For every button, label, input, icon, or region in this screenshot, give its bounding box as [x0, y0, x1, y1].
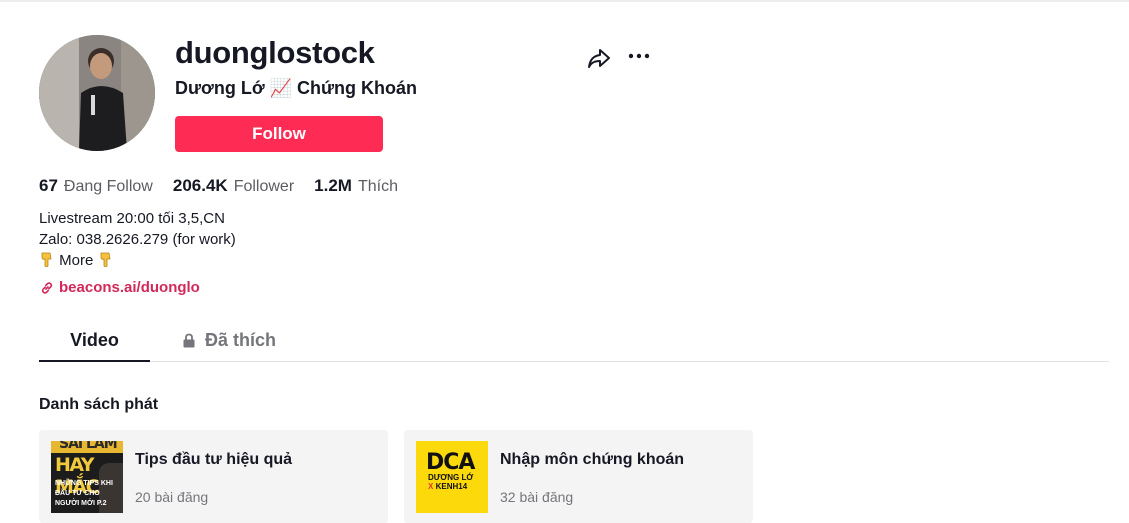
following-stat[interactable]: 67 Đang Follow [39, 176, 153, 197]
username: duonglostock [175, 35, 375, 70]
profile-link[interactable]: beacons.ai/duonglo [40, 278, 200, 298]
nickname: Dương Lớ 📈 Chứng Khoán [175, 78, 418, 98]
avatar[interactable] [39, 35, 155, 151]
followers-label: Follower [233, 178, 295, 195]
profile-link-text: beacons.ai/duonglo [59, 279, 200, 296]
likes-stat: 1.2M Thích [314, 176, 398, 197]
thumbnail-line: ĐẦU TƯ CHO [55, 490, 100, 497]
playlist-title: Nhập môn chứng khoán [500, 451, 685, 468]
link-icon [41, 282, 53, 294]
playlist-title: Tips đầu tư hiệu quả [135, 451, 293, 468]
thumbnail-line: NHỮNG TIPS KHI [55, 480, 113, 487]
pointing-down-icon [41, 252, 52, 268]
more-options-icon[interactable] [626, 45, 652, 71]
thumbnail-line: DƯƠNG LỚ [428, 473, 474, 482]
thumbnail-x-mark: X [428, 482, 434, 491]
tab-liked[interactable]: Đã thích [182, 318, 276, 362]
following-count: 67 [39, 176, 58, 195]
playlist-post-count: 20 bài đăng [135, 489, 209, 505]
followers-count: 206.4K [172, 176, 228, 195]
playlist-post-count: 32 bài đăng [500, 489, 574, 505]
playlist-thumbnail: SAI LẦM HAY MẮC NHỮNG TIPS KHI ĐẦU TƯ CH… [51, 441, 123, 513]
thumbnail-line-text: KENH14 [435, 482, 468, 491]
lock-icon [183, 333, 195, 347]
playlists-section-title: Danh sách phát [39, 396, 159, 413]
playlist-card[interactable]: SAI LẦM HAY MẮC NHỮNG TIPS KHI ĐẦU TƯ CH… [39, 430, 388, 523]
active-tab-indicator [39, 360, 150, 362]
thumbnail-line: X KENH14 [428, 482, 467, 491]
likes-count: 1.2M [314, 176, 352, 195]
thumbnail-top-text: SAI LẦM [59, 441, 118, 452]
bio-line-3: More [39, 250, 236, 271]
tab-liked-label: Đã thích [205, 330, 277, 350]
tab-video[interactable]: Video [39, 318, 150, 362]
bio: Livestream 20:00 tối 3,5,CN Zalo: 038.26… [39, 208, 236, 271]
thumbnail-headline: DCA [426, 450, 475, 475]
top-divider [0, 0, 1129, 2]
likes-label: Thích [357, 178, 398, 195]
pointing-down-icon [100, 252, 111, 268]
bio-line-1: Livestream 20:00 tối 3,5,CN [39, 210, 225, 227]
profile-tabs: Video Đã thích [39, 318, 1109, 362]
following-label: Đang Follow [63, 178, 153, 195]
playlist-card[interactable]: DCA DƯƠNG LỚ X KENH14 Nhập môn chứng kho… [404, 430, 753, 523]
thumbnail-line: NGƯỜI MỚI P.2 [55, 500, 107, 507]
share-icon[interactable] [586, 45, 612, 71]
profile-stats: 67 Đang Follow 206.4K Follower 1.2M Thíc… [39, 176, 418, 197]
follow-button[interactable]: Follow [175, 116, 383, 152]
bio-line-2: Zalo: 038.2626.279 (for work) [39, 231, 236, 248]
playlist-thumbnail: DCA DƯƠNG LỚ X KENH14 [416, 441, 488, 513]
bio-more-text: More [59, 252, 94, 269]
followers-stat[interactable]: 206.4K Follower [173, 176, 294, 197]
